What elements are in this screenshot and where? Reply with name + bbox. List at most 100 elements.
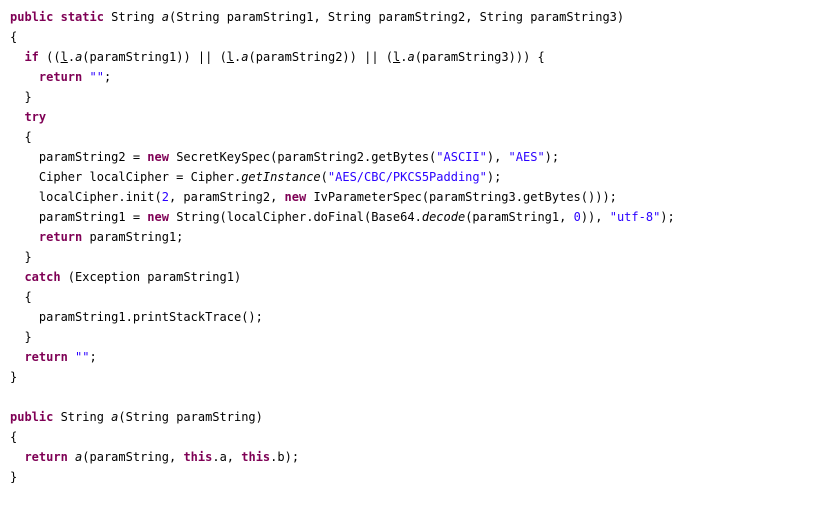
- code-keyword: return: [38, 230, 83, 244]
- code-token: {: [10, 30, 18, 44]
- code-number: 2: [161, 190, 169, 204]
- code-token: .: [67, 50, 76, 64]
- code-line: return "";: [10, 347, 675, 367]
- code-keyword: public: [10, 410, 54, 424]
- code-token: (Exception paramString1): [60, 270, 242, 284]
- code-line: }: [10, 327, 675, 347]
- code-keyword: return: [38, 70, 83, 84]
- code-keyword: static: [60, 10, 104, 24]
- code-token: .b);: [270, 450, 300, 464]
- code-token: {: [10, 130, 32, 144]
- code-token: }: [10, 330, 32, 344]
- code-token: SecretKeySpec(paramString2.getBytes(: [168, 150, 437, 164]
- code-line: }: [10, 367, 675, 387]
- code-keyword: new: [284, 190, 307, 204]
- code-token: a: [241, 50, 249, 64]
- code-token: {: [10, 290, 32, 304]
- code-string: "utf-8": [609, 210, 661, 224]
- code-token: (paramString1,: [465, 210, 574, 224]
- code-keyword: this: [183, 450, 213, 464]
- code-line: catch (Exception paramString1): [10, 267, 675, 287]
- code-line: }: [10, 247, 675, 267]
- code-line: public static String a(String paramStrin…: [10, 7, 675, 27]
- code-token: , paramString2,: [168, 190, 285, 204]
- code-token: (paramString,: [82, 450, 184, 464]
- code-line: }: [10, 87, 675, 107]
- code-line: public String a(String paramString): [10, 407, 675, 427]
- code-token: {: [10, 430, 18, 444]
- code-token: (paramString3))) {: [414, 50, 545, 64]
- code-string: "AES/CBC/PKCS5Padding": [327, 170, 487, 184]
- code-line: try: [10, 107, 675, 127]
- code-token: IvParameterSpec(paramString3.getBytes())…: [306, 190, 617, 204]
- code-token: );: [544, 150, 560, 164]
- code-token: }: [10, 470, 18, 484]
- code-line: paramString1 = new String(localCipher.do…: [10, 207, 675, 227]
- code-keyword: return: [24, 450, 68, 464]
- code-line: {: [10, 427, 675, 447]
- code-string: "AES": [508, 150, 545, 164]
- code-token: .a,: [212, 450, 242, 464]
- code-token: (String paramString): [118, 410, 263, 424]
- code-token: paramString1 =: [10, 210, 148, 224]
- code-token: ((: [38, 50, 61, 64]
- code-token: ;: [89, 350, 97, 364]
- code-line: {: [10, 127, 675, 147]
- code-line: return a(paramString, this.a, this.b);: [10, 447, 675, 467]
- code-token: )),: [580, 210, 610, 224]
- code-token: (String paramString1, String paramString…: [168, 10, 625, 24]
- code-token: a: [407, 50, 415, 64]
- code-token: }: [10, 90, 32, 104]
- code-token: String: [53, 410, 112, 424]
- code-line: localCipher.init(2, paramString2, new Iv…: [10, 187, 675, 207]
- code-token: decode: [421, 210, 466, 224]
- code-number: 0: [573, 210, 581, 224]
- code-keyword: new: [147, 210, 169, 224]
- code-keyword: if: [24, 50, 39, 64]
- code-token: (paramString1)) || (: [82, 50, 227, 64]
- code-editor: public static String a(String paramStrin…: [10, 7, 675, 487]
- code-token: String(localCipher.doFinal(Base64.: [168, 210, 422, 224]
- code-token: }: [10, 250, 32, 264]
- code-keyword: catch: [24, 270, 61, 284]
- code-string: "": [75, 350, 90, 364]
- code-token: ),: [486, 150, 509, 164]
- code-token: );: [486, 170, 502, 184]
- code-token: paramString1.printStackTrace();: [10, 310, 263, 324]
- code-line: if ((l.a(paramString1)) || (l.a(paramStr…: [10, 47, 675, 67]
- code-keyword: public: [10, 10, 54, 24]
- code-keyword: this: [241, 450, 271, 464]
- code-token: }: [10, 370, 18, 384]
- code-string: "": [89, 70, 104, 84]
- code-token: paramString2 =: [10, 150, 148, 164]
- code-keyword: new: [147, 150, 169, 164]
- code-string: "ASCII": [436, 150, 487, 164]
- code-token: Cipher localCipher = Cipher.: [10, 170, 242, 184]
- code-line: return "";: [10, 67, 675, 87]
- code-token: );: [660, 210, 675, 224]
- code-line: return paramString1;: [10, 227, 675, 247]
- code-token: a: [161, 10, 169, 24]
- code-token: ;: [103, 70, 112, 84]
- code-token: (paramString2)) || (: [248, 50, 394, 64]
- code-line: Cipher localCipher = Cipher.getInstance(…: [10, 167, 675, 187]
- code-keyword: try: [24, 110, 47, 124]
- code-line: }: [10, 467, 675, 487]
- code-line: {: [10, 287, 675, 307]
- code-keyword: return: [24, 350, 68, 364]
- code-line: paramString2 = new SecretKeySpec(paramSt…: [10, 147, 675, 167]
- code-token: l: [226, 50, 235, 64]
- code-token: (: [320, 170, 328, 184]
- code-token: localCipher.init(: [10, 190, 162, 204]
